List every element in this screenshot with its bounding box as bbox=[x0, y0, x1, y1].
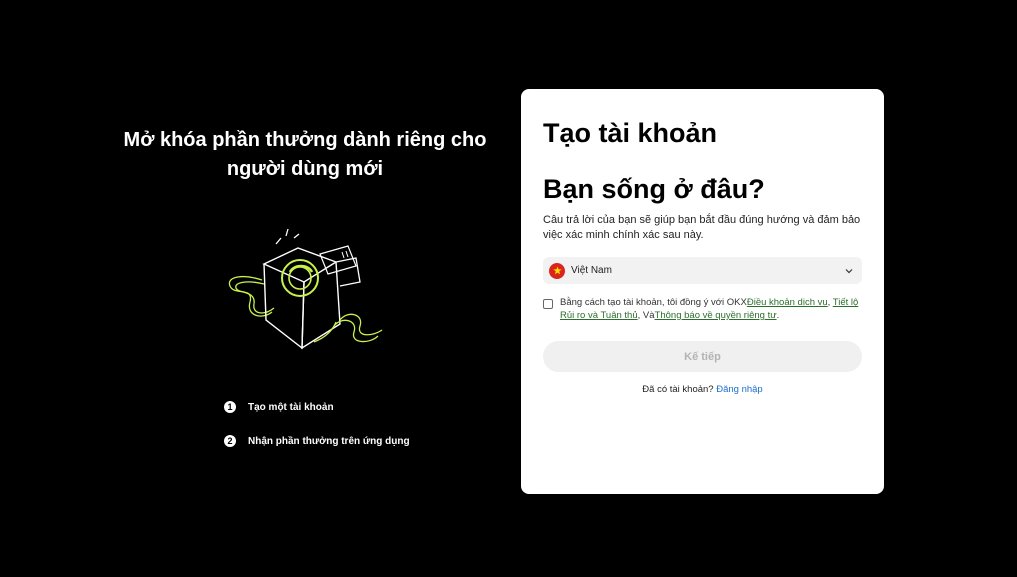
promo-title-line1: Mở khóa phần thưởng dành riêng cho bbox=[123, 129, 487, 151]
selected-country: Việt Nam bbox=[571, 265, 612, 276]
gift-box-illustration bbox=[228, 228, 383, 350]
terms-checkbox[interactable] bbox=[543, 299, 553, 309]
login-prompt-text: Đã có tài khoản? bbox=[642, 384, 717, 395]
signup-page: Mở khóa phần thưởng dành riêng cho người… bbox=[0, 0, 1017, 577]
next-button[interactable]: Kế tiếp bbox=[543, 341, 862, 372]
country-select[interactable]: Việt Nam bbox=[543, 257, 862, 284]
step-label: Nhận phần thưởng trên ứng dụng bbox=[248, 435, 410, 447]
step-number-badge: 2 bbox=[224, 435, 236, 447]
residence-description: Câu trả lời của bạn sẽ giúp bạn bắt đầu … bbox=[543, 214, 861, 241]
terms-separator: , Và bbox=[637, 310, 655, 321]
promo-panel: Mở khóa phần thưởng dành riêng cho người… bbox=[100, 126, 510, 184]
terms-agreement: Bằng cách tạo tài khoản, tôi đồng ý với … bbox=[543, 296, 862, 322]
vietnam-flag-icon bbox=[549, 262, 565, 279]
step-number-badge: 1 bbox=[224, 401, 236, 413]
login-prompt: Đã có tài khoản? Đăng nhập bbox=[543, 384, 862, 395]
step-label: Tạo một tài khoản bbox=[248, 401, 334, 413]
promo-title-line2: người dùng mới bbox=[226, 158, 384, 180]
step-item: 1 Tạo một tài khoản bbox=[224, 400, 410, 414]
terms-of-service-link[interactable]: Điều khoản dịch vụ bbox=[747, 297, 828, 308]
steps-list: 1 Tạo một tài khoản 2 Nhận phần thưởng t… bbox=[224, 400, 410, 468]
card-title: Tạo tài khoản bbox=[543, 118, 718, 148]
terms-prefix: Bằng cách tạo tài khoản, tôi đồng ý với … bbox=[560, 297, 747, 308]
signup-card: Tạo tài khoản Bạn sống ở đâu? Câu trả lờ… bbox=[521, 89, 884, 494]
residence-question: Bạn sống ở đâu? bbox=[543, 174, 765, 204]
promo-title: Mở khóa phần thưởng dành riêng cho người… bbox=[100, 126, 510, 184]
step-item: 2 Nhận phần thưởng trên ứng dụng bbox=[224, 434, 410, 448]
login-link[interactable]: Đăng nhập bbox=[716, 384, 762, 395]
terms-suffix: . bbox=[776, 310, 780, 321]
terms-text: Bằng cách tạo tài khoản, tôi đồng ý với … bbox=[560, 296, 862, 322]
privacy-notice-link[interactable]: Thông báo về quyền riêng tư bbox=[655, 310, 777, 321]
chevron-down-icon bbox=[845, 268, 853, 273]
